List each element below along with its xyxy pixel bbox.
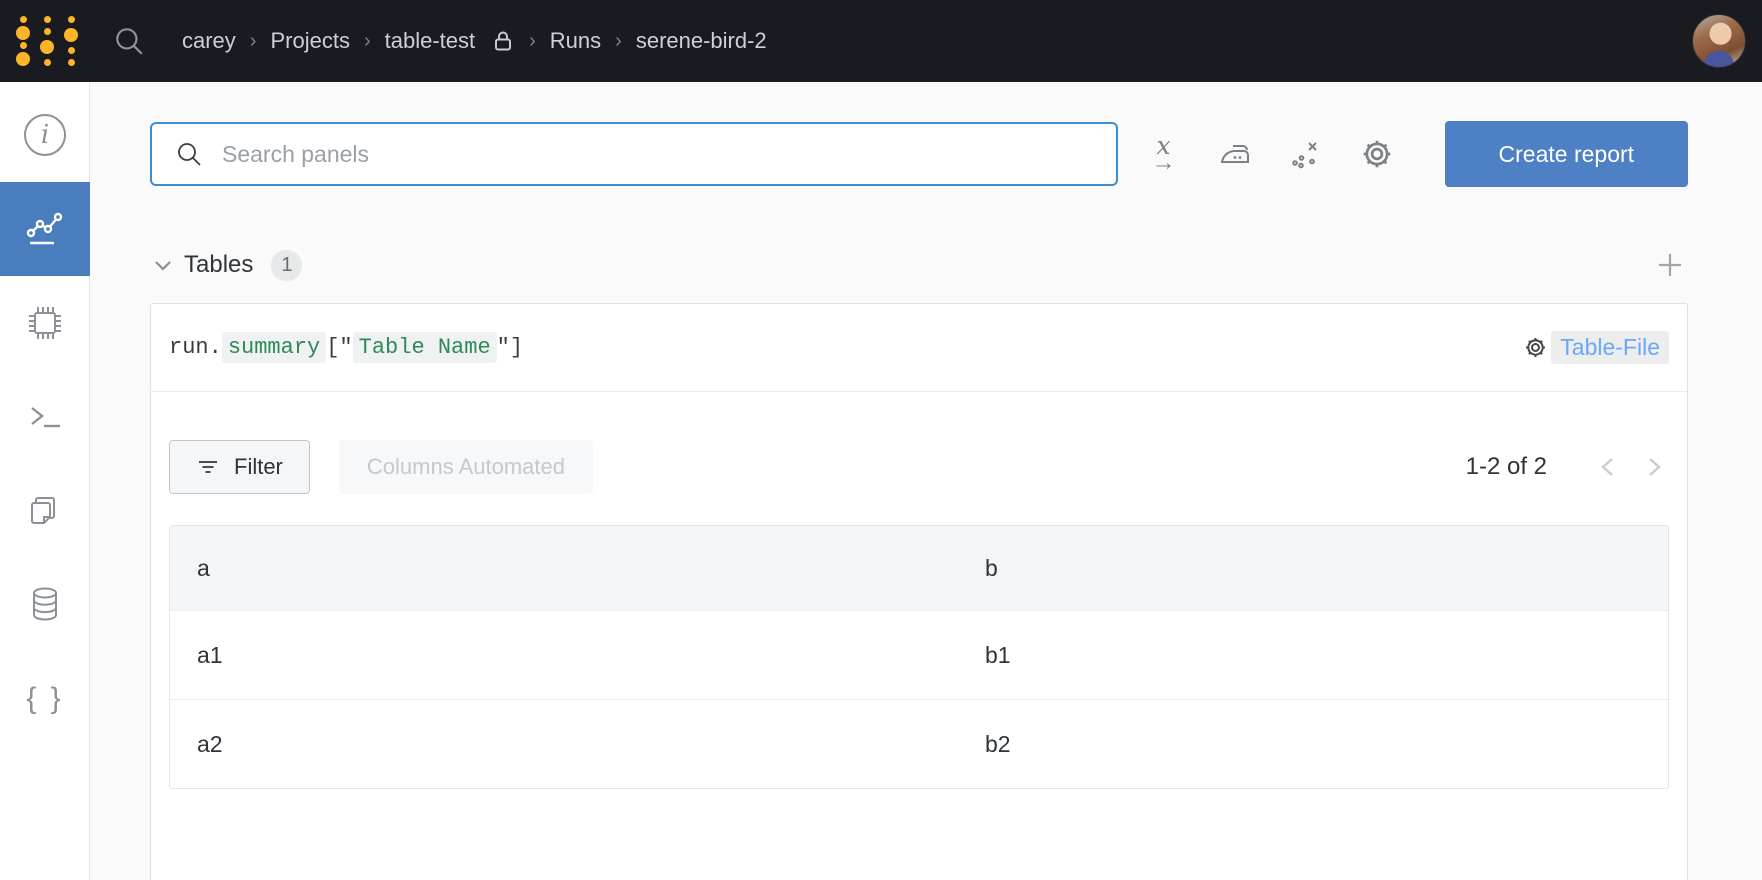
- sidebar-item-files[interactable]: [0, 464, 90, 558]
- add-panel-icon[interactable]: [1654, 249, 1686, 281]
- data-table: a b a1 b1 a2 b2: [169, 525, 1669, 789]
- next-page-icon[interactable]: [1639, 452, 1669, 482]
- wandb-logo-icon[interactable]: [14, 12, 80, 70]
- sidebar-item-charts[interactable]: [0, 182, 90, 276]
- smoothing-iron-icon: [1216, 135, 1254, 173]
- breadcrumb-separator: ›: [250, 30, 257, 53]
- panel-settings-gear-icon[interactable]: [1522, 334, 1549, 361]
- info-icon: i: [22, 112, 68, 158]
- panel-expression: run.summary["Table Name"]: [169, 332, 523, 363]
- database-icon: [22, 582, 68, 628]
- topbar: carey › Projects › table-test › Runs › s…: [0, 0, 1762, 82]
- columns-automated-button[interactable]: Columns Automated: [339, 440, 593, 494]
- tables-section-header: Tables 1: [150, 247, 1688, 283]
- section-title: Tables: [184, 251, 253, 279]
- chevron-down-icon[interactable]: [150, 252, 176, 278]
- ignore-outliers-button[interactable]: [1286, 132, 1326, 176]
- filter-icon: [196, 455, 220, 479]
- breadcrumb-separator: ›: [615, 30, 622, 53]
- column-header-a[interactable]: a: [170, 526, 958, 610]
- table-row: a2 b2: [170, 699, 1668, 788]
- search-panels-input[interactable]: [222, 141, 1096, 168]
- gear-icon: [1358, 135, 1396, 173]
- terminal-icon: [22, 394, 68, 440]
- table-controls: Filter Columns Automated 1-2 of 2: [169, 440, 1669, 494]
- breadcrumb-project[interactable]: table-test: [385, 28, 476, 54]
- table-header-row: a b: [170, 526, 1668, 610]
- breadcrumb: carey › Projects › table-test › Runs › s…: [182, 28, 767, 54]
- table-cell: a1: [170, 611, 958, 699]
- panel-type-link[interactable]: Table-File: [1551, 331, 1669, 364]
- column-header-b[interactable]: b: [958, 526, 1668, 610]
- section-count-badge: 1: [271, 250, 302, 281]
- table-cell: a2: [170, 700, 958, 788]
- breadcrumb-separator: ›: [529, 30, 536, 53]
- svg-text:i: i: [41, 120, 49, 150]
- workspace: x →: [90, 82, 1762, 880]
- sidebar-item-logs[interactable]: [0, 370, 90, 464]
- search-icon: [174, 139, 204, 169]
- lock-icon: [491, 29, 515, 53]
- run-sidebar: i: [0, 82, 90, 880]
- panel-code-row: run.summary["Table Name"] Table-File: [151, 304, 1687, 392]
- breadcrumb-projects[interactable]: Projects: [270, 28, 349, 54]
- line-chart-icon: [23, 207, 67, 251]
- breadcrumb-separator: ›: [364, 30, 371, 53]
- x-axis-icon: x →: [1152, 133, 1176, 175]
- table-row: a1 b1: [170, 610, 1668, 699]
- chip-icon: [22, 300, 68, 346]
- smoothing-button[interactable]: [1215, 132, 1255, 176]
- previous-page-icon[interactable]: [1593, 452, 1623, 482]
- workspace-toolbar: x →: [150, 121, 1688, 187]
- files-icon: [22, 488, 68, 534]
- table-cell: b1: [958, 611, 1668, 699]
- x-axis-settings-button[interactable]: x →: [1144, 132, 1184, 176]
- table-cell: b2: [958, 700, 1668, 788]
- sidebar-item-system[interactable]: [0, 276, 90, 370]
- outliers-icon: [1287, 135, 1325, 173]
- sidebar-item-overview[interactable]: i: [0, 88, 90, 182]
- breadcrumb-runs[interactable]: Runs: [550, 28, 601, 54]
- avatar[interactable]: [1692, 14, 1746, 68]
- pagination: 1-2 of 2: [1466, 452, 1669, 482]
- pagination-label: 1-2 of 2: [1466, 453, 1547, 481]
- workspace-settings-button[interactable]: [1357, 132, 1397, 176]
- sidebar-item-artifacts[interactable]: [0, 558, 90, 652]
- create-report-button[interactable]: Create report: [1445, 121, 1688, 187]
- table-panel: run.summary["Table Name"] Table-File: [150, 303, 1688, 880]
- breadcrumb-entity[interactable]: carey: [182, 28, 236, 54]
- braces-icon: { }: [26, 682, 63, 716]
- filter-button[interactable]: Filter: [169, 440, 310, 494]
- search-icon[interactable]: [112, 24, 146, 58]
- breadcrumb-run[interactable]: serene-bird-2: [636, 28, 767, 54]
- panel-search[interactable]: [150, 122, 1118, 186]
- sidebar-item-model-config[interactable]: { }: [0, 652, 90, 746]
